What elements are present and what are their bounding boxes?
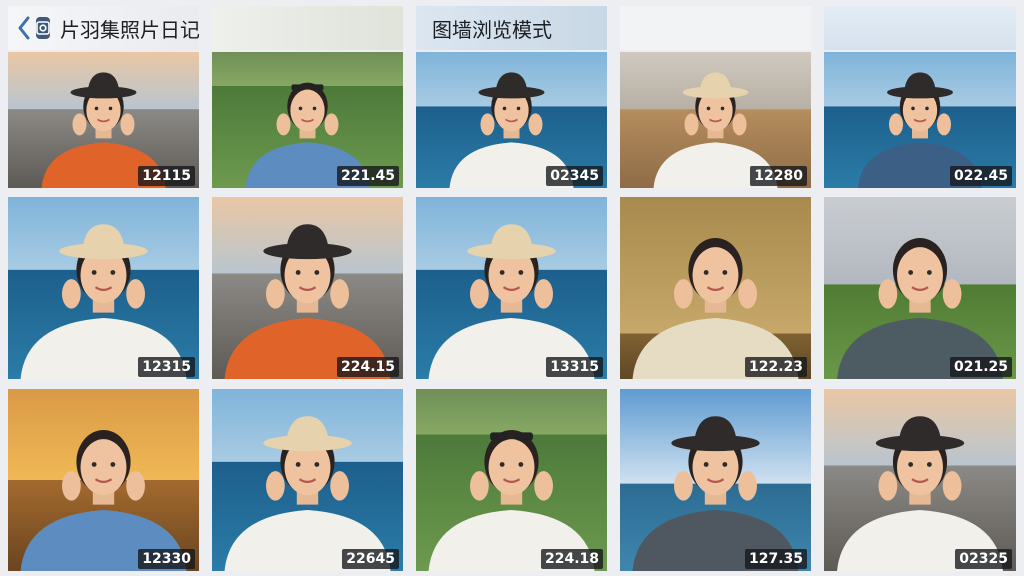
photo-timestamp: 22645: [342, 549, 399, 569]
photo-timestamp: 02345: [546, 166, 603, 186]
photo-tile[interactable]: 12315: [8, 197, 199, 379]
photo-tile[interactable]: 224.18: [416, 389, 607, 571]
photo-timestamp: 12280: [750, 166, 807, 186]
photo-thumbnail: [824, 197, 1016, 379]
header-filler: [620, 6, 811, 50]
photo-timestamp: 224.15: [336, 357, 399, 377]
photo-timestamp: 021.25: [949, 357, 1012, 377]
app-header: 片羽集照片日记软件: [8, 6, 199, 50]
photo-tile[interactable]: 224.15: [212, 197, 403, 379]
photo-thumbnail: [416, 197, 607, 379]
photo-timestamp: 13315: [546, 357, 603, 377]
photo-timestamp: 12330: [138, 549, 195, 569]
photo-timestamp: 12115: [138, 166, 195, 186]
photo-timestamp: 127.35: [744, 549, 807, 569]
photo-thumbnail: [8, 197, 199, 379]
photo-tile[interactable]: 12330: [8, 389, 199, 571]
photo-thumbnail: [416, 389, 607, 571]
header-filler: [824, 6, 1016, 50]
photo-timestamp: 122.23: [744, 357, 807, 377]
photo-tile[interactable]: 12115: [8, 52, 199, 188]
photo-timestamp: 022.45: [949, 166, 1012, 186]
chevron-left-icon: [18, 16, 30, 40]
photo-thumbnail: [824, 389, 1016, 571]
back-button[interactable]: [16, 13, 32, 43]
photo-tile[interactable]: 13315: [416, 197, 607, 379]
photo-timestamp: 224.18: [540, 549, 603, 569]
mode-title: 图墙浏览模式: [432, 17, 552, 42]
photo-timestamp: 02325: [955, 549, 1012, 569]
photo-timestamp: 12315: [138, 357, 195, 377]
photo-thumbnail: [212, 389, 403, 571]
photo-thumbnail: [8, 389, 199, 571]
photo-thumbnail: [620, 389, 811, 571]
photo-tile[interactable]: 02345: [416, 52, 607, 188]
header-filler: [212, 6, 403, 50]
photo-tile[interactable]: 122.23: [620, 197, 811, 379]
app-title: 片羽集照片日记软件: [60, 17, 199, 42]
photo-tile[interactable]: 221.45: [212, 52, 403, 188]
photo-tile[interactable]: 021.25: [824, 197, 1016, 379]
camera-app-icon[interactable]: [36, 17, 50, 39]
photo-tile[interactable]: 127.35: [620, 389, 811, 571]
mode-header: 图墙浏览模式: [416, 6, 607, 50]
photo-tile[interactable]: 12280: [620, 52, 811, 188]
photo-tile[interactable]: 22645: [212, 389, 403, 571]
photo-thumbnail: [620, 197, 811, 379]
photo-timestamp: 221.45: [336, 166, 399, 186]
photo-thumbnail: [212, 197, 403, 379]
photo-tile[interactable]: 02325: [824, 389, 1016, 571]
photo-tile[interactable]: 022.45: [824, 52, 1016, 188]
